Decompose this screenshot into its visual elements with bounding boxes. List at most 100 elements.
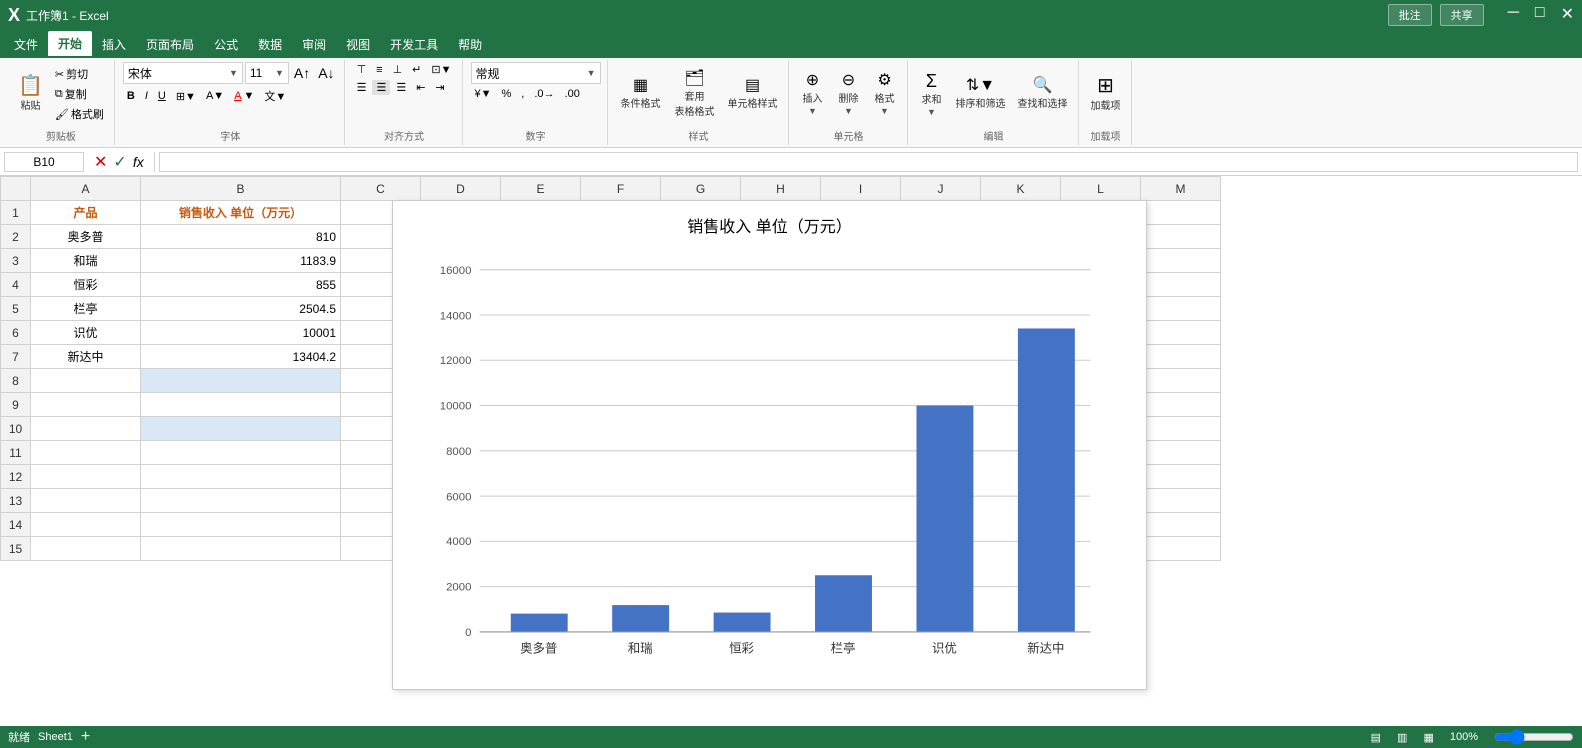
cell-M2[interactable]	[1141, 225, 1221, 249]
col-header-A[interactable]: A	[31, 177, 141, 201]
increase-decimal-button[interactable]: .00	[561, 87, 584, 101]
cell-B9[interactable]	[141, 393, 341, 417]
cell-B1[interactable]: 销售收入 单位（万元）	[141, 201, 341, 225]
col-header-M[interactable]: M	[1141, 177, 1221, 201]
increase-indent-button[interactable]: ⇥	[431, 80, 448, 95]
cell-A4[interactable]: 恒彩	[31, 273, 141, 297]
cell-A1[interactable]: 产品	[31, 201, 141, 225]
decrease-font-button[interactable]: A↓	[315, 64, 337, 82]
menu-view[interactable]: 视图	[336, 32, 380, 57]
col-header-G[interactable]: G	[661, 177, 741, 201]
align-top-button[interactable]: ⊤	[353, 62, 371, 77]
menu-insert[interactable]: 插入	[92, 32, 136, 57]
cond-format-button[interactable]: ▦ 条件格式	[616, 76, 666, 112]
align-right-button[interactable]: ☰	[392, 80, 410, 95]
col-header-L[interactable]: L	[1061, 177, 1141, 201]
menu-help[interactable]: 帮助	[448, 32, 492, 57]
sum-button[interactable]: Σ 求和 ▼	[916, 70, 948, 119]
italic-button[interactable]: I	[141, 89, 152, 103]
decrease-indent-button[interactable]: ⇤	[412, 80, 429, 95]
insert-function-button[interactable]: fx	[133, 154, 144, 170]
wrap-text-button[interactable]: ↵	[408, 62, 425, 77]
menu-page-layout[interactable]: 页面布局	[136, 32, 204, 57]
view-layout-button[interactable]: ▥	[1397, 731, 1407, 744]
confirm-formula-button[interactable]: ✓	[113, 152, 126, 172]
align-middle-button[interactable]: ≡	[372, 63, 386, 77]
font-name-dropdown[interactable]: 宋体 ▼	[123, 62, 243, 84]
view-normal-button[interactable]: ▤	[1371, 731, 1381, 744]
cell-A8[interactable]	[31, 369, 141, 393]
border-button[interactable]: ⊞▼	[172, 89, 200, 104]
format-cells-button[interactable]: ⚙ 格式 ▼	[869, 71, 901, 118]
cell-M7[interactable]	[1141, 345, 1221, 369]
cell-M3[interactable]	[1141, 249, 1221, 273]
cell-A3[interactable]: 和瑞	[31, 249, 141, 273]
col-header-E[interactable]: E	[501, 177, 581, 201]
cell-A9[interactable]	[31, 393, 141, 417]
addins-button[interactable]: ⊞ 加载项	[1087, 74, 1125, 114]
col-header-J[interactable]: J	[901, 177, 981, 201]
cell-M4[interactable]	[1141, 273, 1221, 297]
cell-B8[interactable]	[141, 369, 341, 393]
table-format-button[interactable]: 🗂 套用 表格格式	[670, 69, 720, 120]
cell-B4[interactable]: 855	[141, 273, 341, 297]
share-button[interactable]: 共享	[1440, 4, 1484, 26]
cell-M1[interactable]	[1141, 201, 1221, 225]
cell-reference[interactable]: B10	[4, 152, 84, 172]
close-button[interactable]: ✕	[1561, 4, 1574, 26]
menu-formula[interactable]: 公式	[204, 32, 248, 57]
fill-color-button[interactable]: A▼	[202, 89, 228, 103]
find-select-button[interactable]: 🔍 查找和选择	[1014, 76, 1072, 112]
decrease-decimal-button[interactable]: .0→	[530, 87, 558, 101]
cut-button[interactable]: ✂ 剪切	[51, 65, 108, 83]
comment-button[interactable]: 批注	[1388, 4, 1432, 26]
sheet-tab[interactable]: Sheet1	[38, 731, 73, 743]
col-header-I[interactable]: I	[821, 177, 901, 201]
comma-button[interactable]: ,	[517, 87, 528, 101]
bold-button[interactable]: B	[123, 89, 139, 103]
insert-cells-button[interactable]: ⊕ 插入 ▼	[797, 71, 829, 118]
chart-container[interactable]: 销售收入 单位（万元）	[392, 200, 1147, 690]
menu-file[interactable]: 文件	[4, 32, 48, 57]
col-header-D[interactable]: D	[421, 177, 501, 201]
percent-button[interactable]: %	[498, 87, 516, 101]
col-header-F[interactable]: F	[581, 177, 661, 201]
format-painter-button[interactable]: 🖌 格式刷	[51, 105, 108, 123]
cell-style-button[interactable]: ▤ 单元格样式	[724, 76, 782, 112]
merge-button[interactable]: ⊡▼	[427, 62, 455, 77]
delete-cells-button[interactable]: ⊖ 删除 ▼	[833, 71, 865, 118]
align-left-button[interactable]: ☰	[353, 80, 371, 95]
cell-M6[interactable]	[1141, 321, 1221, 345]
cell-B5[interactable]: 2504.5	[141, 297, 341, 321]
cell-M5[interactable]	[1141, 297, 1221, 321]
menu-home[interactable]: 开始	[48, 31, 92, 58]
col-header-K[interactable]: K	[981, 177, 1061, 201]
col-header-H[interactable]: H	[741, 177, 821, 201]
paste-button[interactable]: 📋 粘贴	[14, 74, 47, 114]
menu-developer[interactable]: 开发工具	[380, 32, 448, 57]
cell-B6[interactable]: 10001	[141, 321, 341, 345]
align-bottom-button[interactable]: ⊥	[389, 62, 407, 77]
cell-A2[interactable]: 奥多普	[31, 225, 141, 249]
zoom-slider[interactable]	[1494, 729, 1574, 745]
cell-B3[interactable]: 1183.9	[141, 249, 341, 273]
menu-data[interactable]: 数据	[248, 32, 292, 57]
cell-B10[interactable]	[141, 417, 341, 441]
formula-input[interactable]	[159, 152, 1578, 172]
underline-button[interactable]: U	[154, 89, 170, 103]
menu-review[interactable]: 审阅	[292, 32, 336, 57]
font-size-dropdown[interactable]: 11 ▼	[245, 62, 289, 84]
increase-font-button[interactable]: A↑	[291, 64, 313, 82]
number-format-dropdown[interactable]: 常规 ▼	[471, 62, 601, 84]
align-center-button[interactable]: ☰	[372, 80, 390, 95]
cell-A10[interactable]	[31, 417, 141, 441]
cell-A7[interactable]: 新达中	[31, 345, 141, 369]
cell-A6[interactable]: 识优	[31, 321, 141, 345]
restore-button[interactable]: □	[1535, 4, 1545, 26]
minimize-button[interactable]: ─	[1508, 4, 1519, 26]
currency-button[interactable]: ¥▼	[471, 87, 496, 101]
sort-filter-button[interactable]: ⇅▼ 排序和筛选	[952, 76, 1010, 112]
col-header-B[interactable]: B	[141, 177, 341, 201]
cell-B7[interactable]: 13404.2	[141, 345, 341, 369]
cell-A5[interactable]: 栏亭	[31, 297, 141, 321]
